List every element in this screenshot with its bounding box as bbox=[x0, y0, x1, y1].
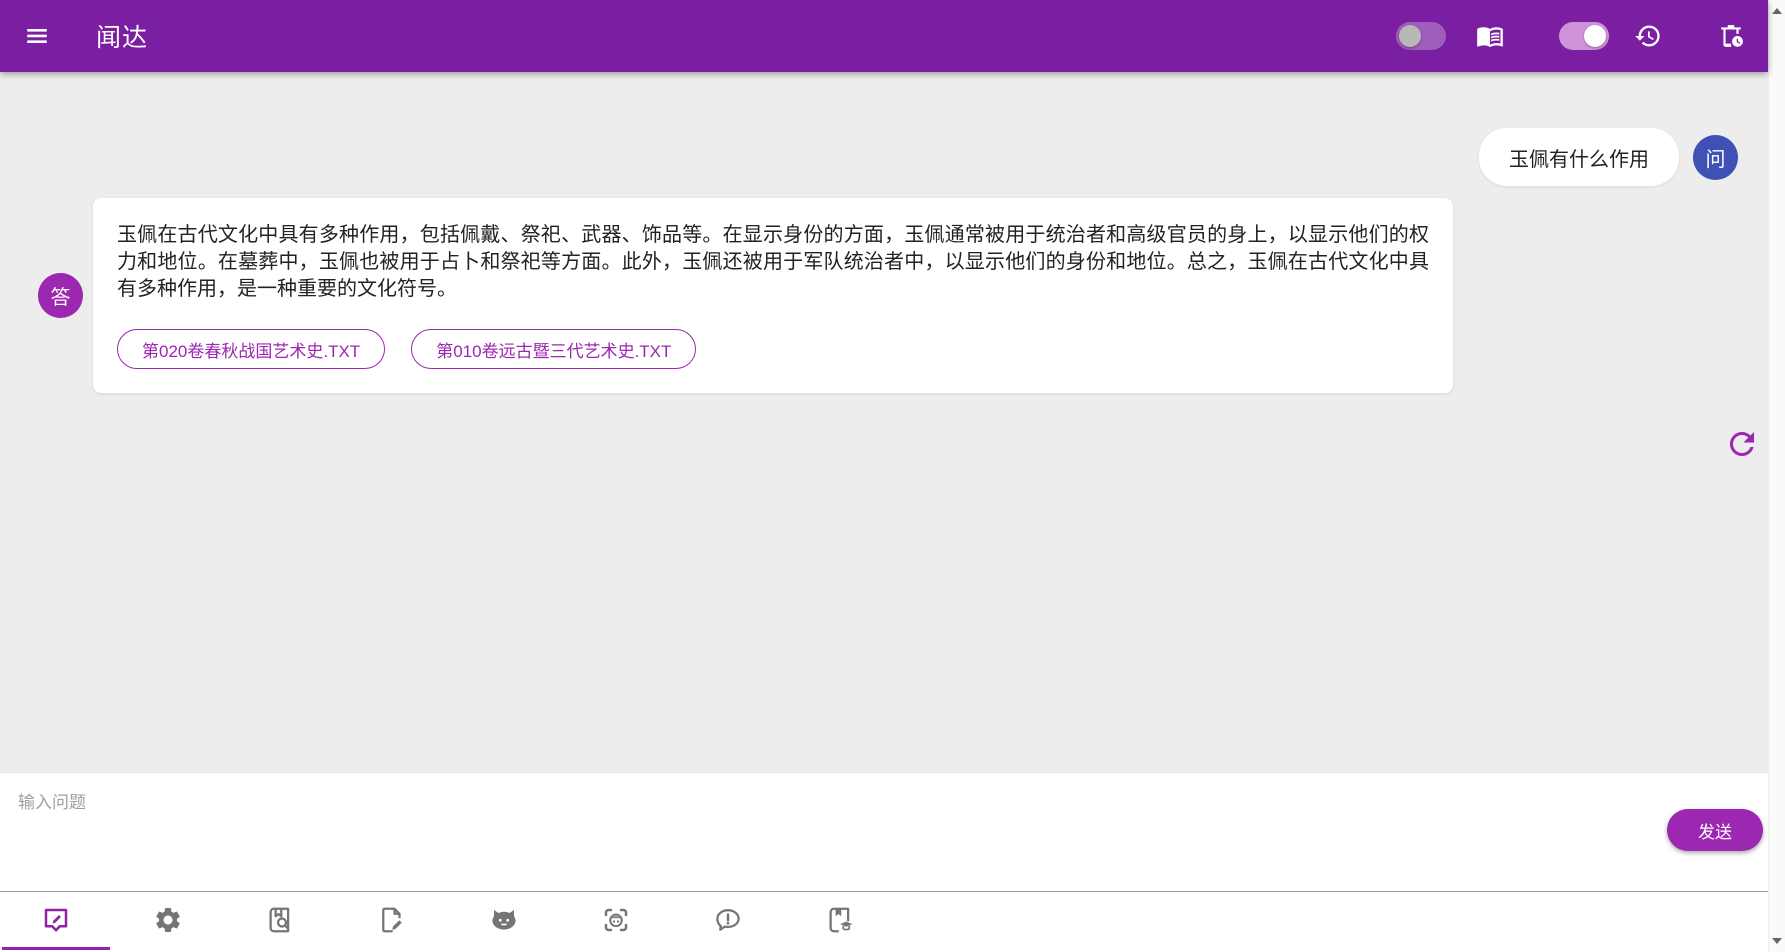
question-bubble: 玉佩有什么作用 bbox=[1479, 128, 1679, 186]
feedback-icon bbox=[713, 905, 743, 940]
auto-delete-icon[interactable] bbox=[1718, 23, 1744, 49]
app-window: 闻达 玉佩有什么作用 问 答 玉佩在古代文化中具有多种作用，包括佩戴、祭祀、武器… bbox=[0, 0, 1768, 952]
app-title: 闻达 bbox=[96, 24, 149, 52]
answer-bubble: 玉佩在古代文化中具有多种作用，包括佩戴、祭祀、武器、饰品等。在显示身份的方面，玉… bbox=[93, 198, 1453, 393]
book-search-icon bbox=[265, 905, 295, 940]
tab-feedback[interactable] bbox=[672, 892, 784, 952]
question-avatar: 问 bbox=[1693, 134, 1738, 180]
history-toggle[interactable] bbox=[1559, 22, 1609, 50]
source-file-button[interactable]: 第020卷春秋战国艺术史.TXT bbox=[117, 329, 386, 369]
source-list: 第020卷春秋战国艺术史.TXT 第010卷远古暨三代艺术史.TXT bbox=[117, 329, 1429, 369]
composer: 发送 bbox=[0, 772, 1768, 952]
document-edit-icon bbox=[377, 905, 407, 940]
question-row: 玉佩有什么作用 问 bbox=[0, 128, 1768, 186]
cat-icon bbox=[489, 905, 519, 940]
toggle-knob bbox=[1399, 25, 1421, 47]
send-button[interactable]: 发送 bbox=[1667, 809, 1763, 851]
scroll-down-arrow-icon[interactable] bbox=[1772, 938, 1782, 944]
answer-avatar: 答 bbox=[38, 273, 83, 318]
knowledge-toggle[interactable] bbox=[1396, 22, 1446, 50]
face-scan-icon bbox=[601, 905, 631, 940]
tab-knowledge-study[interactable] bbox=[784, 892, 896, 952]
tab-face-scan[interactable] bbox=[560, 892, 672, 952]
tab-chat[interactable] bbox=[0, 892, 112, 952]
tab-document-edit[interactable] bbox=[336, 892, 448, 952]
header-actions bbox=[1396, 22, 1744, 50]
answer-text: 玉佩在古代文化中具有多种作用，包括佩戴、祭祀、武器、饰品等。在显示身份的方面，玉… bbox=[117, 224, 1429, 300]
toggle-knob bbox=[1584, 25, 1606, 47]
chat-area: 玉佩有什么作用 问 答 玉佩在古代文化中具有多种作用，包括佩戴、祭祀、武器、饰品… bbox=[0, 72, 1768, 772]
tab-settings[interactable] bbox=[112, 892, 224, 952]
question-input[interactable] bbox=[0, 773, 1768, 891]
app-header: 闻达 bbox=[0, 0, 1768, 72]
history-icon[interactable] bbox=[1634, 22, 1662, 50]
settings-gear-icon bbox=[153, 905, 183, 940]
open-book-icon[interactable] bbox=[1476, 22, 1504, 50]
tab-knowledge-search[interactable] bbox=[224, 892, 336, 952]
refresh-icon[interactable] bbox=[1723, 425, 1761, 463]
source-file-button[interactable]: 第010卷远古暨三代艺术史.TXT bbox=[411, 329, 697, 369]
bottom-toolbar bbox=[0, 892, 896, 952]
tab-cat[interactable] bbox=[448, 892, 560, 952]
hamburger-menu-icon[interactable] bbox=[24, 21, 54, 51]
scroll-up-arrow-icon[interactable] bbox=[1772, 8, 1782, 14]
vertical-scrollbar[interactable] bbox=[1768, 0, 1785, 952]
book-study-icon bbox=[825, 905, 855, 940]
answer-row: 答 玉佩在古代文化中具有多种作用，包括佩戴、祭祀、武器、饰品等。在显示身份的方面… bbox=[0, 198, 1768, 393]
chat-edit-icon bbox=[41, 905, 71, 940]
